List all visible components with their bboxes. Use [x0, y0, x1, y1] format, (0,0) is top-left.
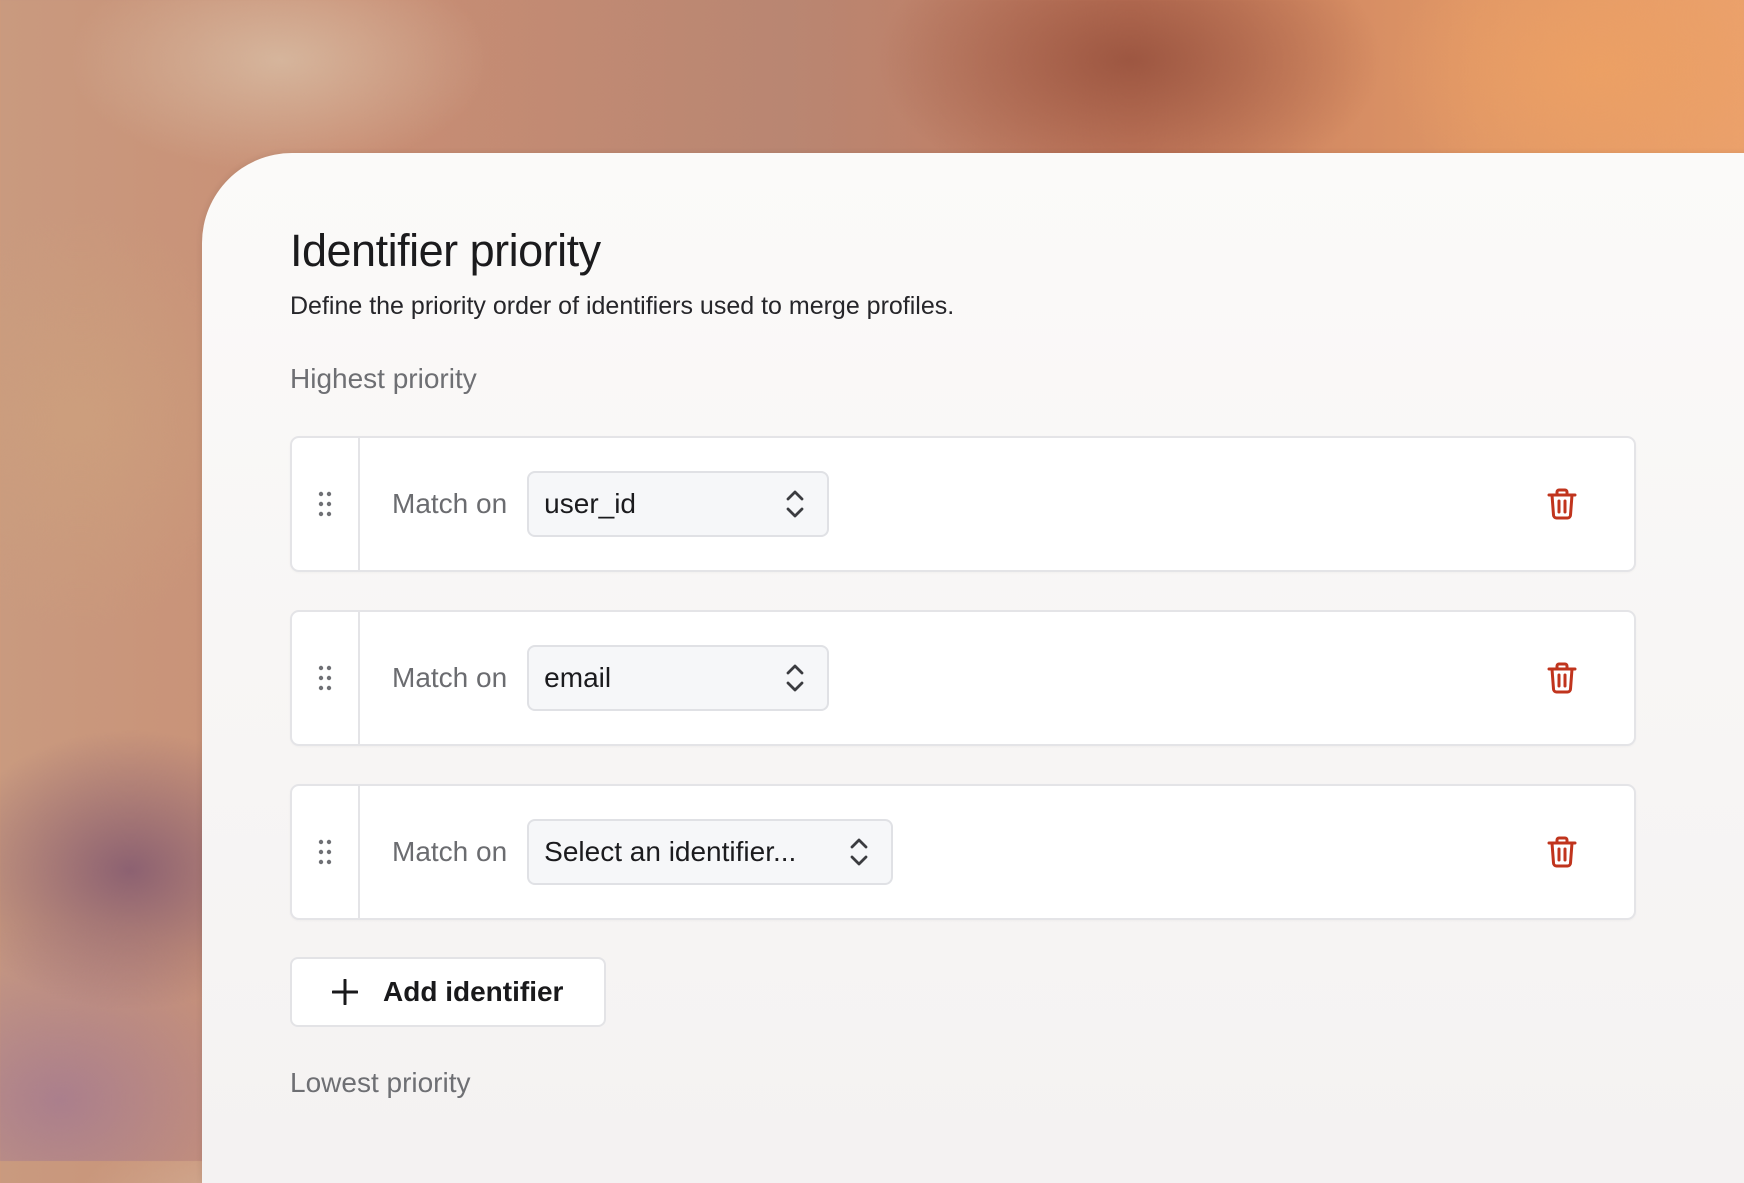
- identifier-select[interactable]: Select an identifier...: [527, 819, 894, 885]
- add-identifier-button[interactable]: Add identifier: [290, 957, 606, 1027]
- identifier-select[interactable]: email: [527, 645, 830, 711]
- identifier-list: Match on user_id Match on email Match on…: [290, 436, 1636, 958]
- plus-icon: [332, 979, 358, 1005]
- select-placeholder: Select an identifier...: [544, 836, 797, 867]
- select-value: email: [544, 662, 612, 693]
- trash-icon: [1547, 488, 1577, 520]
- chevron-up-down-icon: [785, 661, 805, 695]
- delete-button[interactable]: [1542, 658, 1582, 698]
- chevron-up-down-icon: [785, 487, 805, 521]
- identifier-row: Match on email: [290, 610, 1636, 746]
- match-on-label: Match on: [392, 836, 508, 867]
- identifier-priority-panel: Identifier priority Define the priority …: [202, 153, 1744, 1183]
- identifier-select[interactable]: user_id: [527, 471, 830, 537]
- drag-handle-icon: [318, 491, 332, 517]
- drag-handle[interactable]: [292, 438, 360, 570]
- trash-icon: [1547, 662, 1577, 694]
- delete-button[interactable]: [1542, 484, 1582, 524]
- row-content: Match on email: [360, 612, 1634, 744]
- page-title: Identifier priority: [290, 225, 601, 276]
- row-content: Match on Select an identifier...: [360, 786, 1634, 918]
- match-on-label: Match on: [392, 488, 508, 519]
- highest-priority-label: Highest priority: [290, 363, 477, 394]
- delete-button[interactable]: [1542, 832, 1582, 872]
- drag-handle[interactable]: [292, 786, 360, 918]
- identifier-row: Match on user_id: [290, 436, 1636, 572]
- lowest-priority-label: Lowest priority: [290, 1067, 471, 1098]
- row-content: Match on user_id: [360, 438, 1634, 570]
- match-on-label: Match on: [392, 662, 508, 693]
- identifier-row: Match on Select an identifier...: [290, 784, 1636, 920]
- drag-handle[interactable]: [292, 612, 360, 744]
- trash-icon: [1547, 836, 1577, 868]
- drag-handle-icon: [318, 839, 332, 865]
- add-identifier-label: Add identifier: [383, 976, 564, 1007]
- chevron-up-down-icon: [849, 835, 869, 869]
- drag-handle-icon: [318, 665, 332, 691]
- select-value: user_id: [544, 488, 637, 519]
- page-subtitle: Define the priority order of identifiers…: [290, 292, 955, 320]
